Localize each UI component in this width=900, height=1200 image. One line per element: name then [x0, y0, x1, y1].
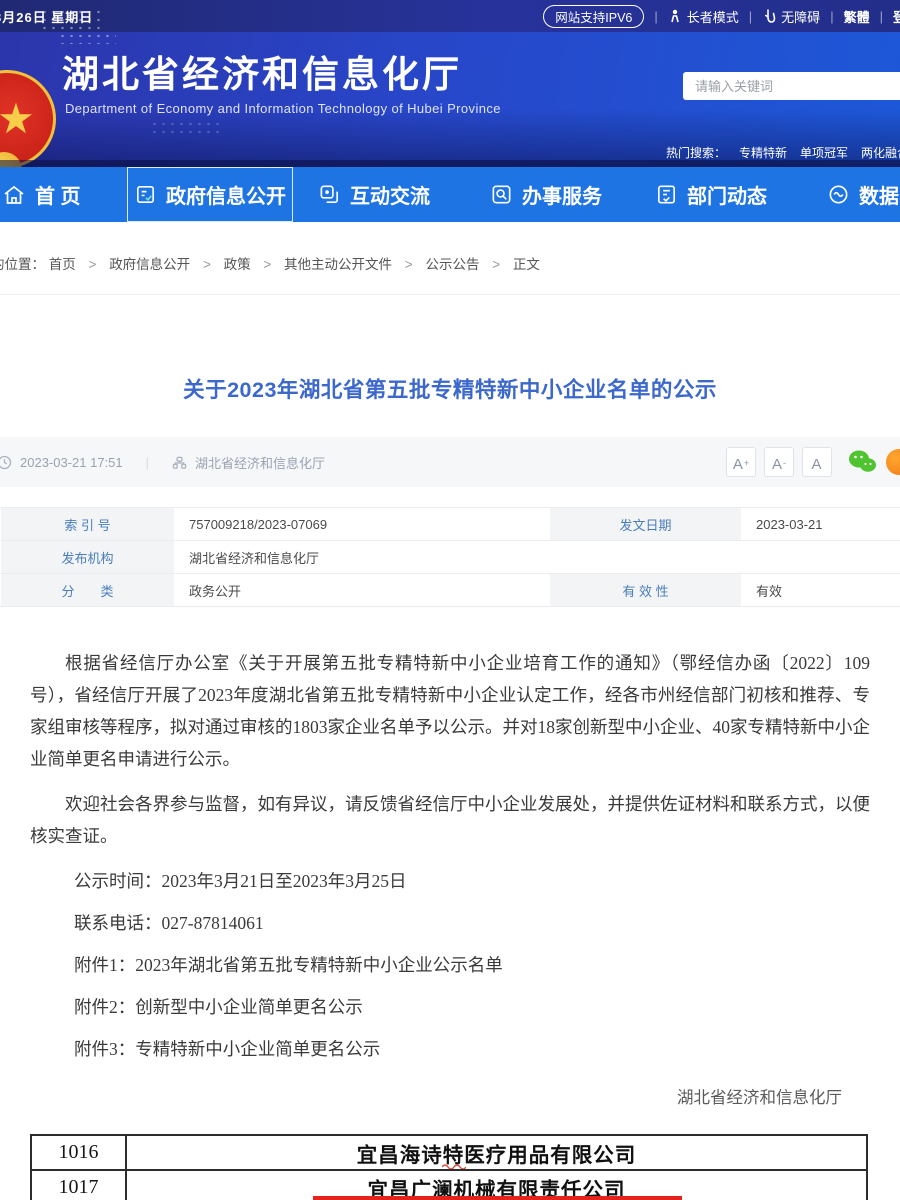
- company-list-table-wrap: 1016 宜昌海诗特医疗用品有限公司 1017 宜昌广澜机械有限责任公司 101…: [30, 1134, 868, 1200]
- breadcrumb-item[interactable]: 公示公告: [425, 257, 479, 272]
- chat-exchange-icon: [318, 183, 341, 206]
- site-subtitle-en: Department of Economy and Information Te…: [65, 101, 501, 116]
- table-row: 1017 宜昌广澜机械有限责任公司: [31, 1170, 867, 1200]
- page: 3月26日 星期日 网站支持IPV6 | 长者模式 | 无障碍 | 繁體 | 登…: [0, 0, 900, 1200]
- index-number-label: 索 引 号: [0, 508, 175, 540]
- divider: |: [654, 9, 657, 24]
- breadcrumb-separator: >: [203, 257, 211, 272]
- font-size-reset-button[interactable]: A: [802, 447, 832, 477]
- nav-item-department-news[interactable]: 部门动态: [655, 167, 767, 222]
- hot-search-item[interactable]: 两化融合: [861, 144, 900, 161]
- clock-icon: [0, 455, 12, 470]
- issue-date-label: 发文日期: [549, 508, 742, 540]
- top-utility-bar: 3月26日 星期日 网站支持IPV6 | 长者模式 | 无障碍 | 繁體 | 登: [0, 0, 900, 32]
- breadcrumb-separator: >: [492, 257, 500, 272]
- ipv6-badge: 网站支持IPV6: [543, 5, 644, 28]
- hand-pointer-icon: [762, 9, 776, 23]
- breadcrumb-item[interactable]: 首页: [49, 257, 76, 272]
- issuing-org-value: 湖北省经济和信息化厅: [175, 541, 900, 573]
- document-check-icon: [655, 183, 678, 206]
- attachment-2-link[interactable]: 附件2：创新型中小企业简单更名公示: [30, 995, 870, 1019]
- breadcrumb-separator: >: [405, 257, 413, 272]
- banner-bottom-strip: [0, 160, 900, 167]
- attachment-3-link[interactable]: 附件3：专精特新中小企业简单更名公示: [30, 1037, 870, 1061]
- site-banner: ★ 湖北省经济和信息化厅 Department of Economy and I…: [0, 32, 900, 167]
- row-number: 1016: [31, 1135, 126, 1170]
- contact-phone: 联系电话：027-87814061: [30, 911, 870, 935]
- organization-icon: [172, 455, 187, 470]
- info-row: 发布机构 湖北省经济和信息化厅: [0, 541, 900, 574]
- table-row: 1016 宜昌海诗特医疗用品有限公司: [31, 1135, 867, 1170]
- hot-search-item[interactable]: 单项冠军: [800, 144, 848, 161]
- hot-search-item[interactable]: 专精特新: [739, 144, 787, 161]
- nav-item-services[interactable]: 办事服务: [490, 167, 602, 222]
- row-number: 1017: [31, 1170, 126, 1200]
- breadcrumb-item-current: 正文: [513, 257, 540, 272]
- search-input[interactable]: [683, 72, 900, 100]
- breadcrumb-separator: >: [263, 257, 271, 272]
- breadcrumb-prefix: 的位置：: [0, 257, 45, 272]
- magnifier-icon: [490, 183, 513, 206]
- emblem-star: ★: [0, 98, 35, 140]
- breadcrumb-item[interactable]: 其他主动公开文件: [284, 257, 392, 272]
- home-icon: [2, 183, 26, 207]
- breadcrumb-item[interactable]: 政策: [224, 257, 251, 272]
- company-list-table: 1016 宜昌海诗特医疗用品有限公司 1017 宜昌广澜机械有限责任公司 101…: [30, 1134, 868, 1200]
- document-info-table: 索 引 号 757009218/2023-07069 发文日期 2023-03-…: [0, 507, 900, 607]
- font-size-increase-button[interactable]: A+: [726, 447, 756, 477]
- hot-search-label: 热门搜索：: [666, 144, 726, 161]
- issuing-org-label: 发布机构: [0, 541, 175, 573]
- hot-search-row: 热门搜索： 专精特新 单项冠军 两化融合 小巨人: [666, 144, 900, 161]
- public-notice-period: 公示时间：2023年3月21日至2023年3月25日: [30, 869, 870, 893]
- login-button[interactable]: 登: [893, 7, 900, 26]
- article-title: 关于2023年湖北省第五批专精特新中小企业名单的公示: [0, 373, 900, 404]
- elder-person-icon: [668, 9, 682, 23]
- publish-time: 2023-03-21 17:51: [20, 455, 123, 470]
- font-size-decrease-button[interactable]: A-: [764, 447, 794, 477]
- elder-mode-button[interactable]: 长者模式: [668, 7, 739, 26]
- paragraph: 欢迎社会各界参与监督，如有异议，请反馈省经信厅中小企业发展处，并提供佐证材料和联…: [30, 788, 870, 852]
- article-source: 湖北省经济和信息化厅: [195, 453, 325, 472]
- data-wave-icon: [827, 183, 850, 206]
- traditional-chinese-button[interactable]: 繁體: [844, 7, 870, 26]
- breadcrumb-item[interactable]: 政府信息公开: [109, 257, 190, 272]
- divider: |: [880, 9, 883, 24]
- validity-value: 有效: [742, 574, 900, 606]
- info-row: 分 类 政务公开 有 效 性 有效: [0, 574, 900, 607]
- attachment-1-link[interactable]: 附件1：2023年湖北省第五批专精特新中小企业公示名单: [30, 953, 870, 977]
- nav-item-gov-info-disclosure[interactable]: 政府信息公开: [127, 167, 293, 222]
- category-label: 分 类: [0, 574, 175, 606]
- nav-item-interaction[interactable]: 互动交流: [318, 167, 430, 222]
- main-nav: 首 页 政府信息公开 互动交流 办事服务 部门动态: [0, 167, 900, 222]
- paragraph: 根据省经信厅办公室《关于开展第五批专精特新中小企业培育工作的通知》（鄂经信办函〔…: [30, 647, 870, 775]
- article-meta-bar: 2023-03-21 17:51 | 湖北省经济和信息化厅 A+ A- A: [0, 437, 900, 487]
- breadcrumb: 的位置： 首页 > 政府信息公开 > 政策 > 其他主动公开文件 > 公示公告 …: [0, 222, 900, 295]
- divider: |: [749, 9, 752, 24]
- current-date: 3月26日 星期日: [0, 7, 93, 26]
- divider: |: [146, 455, 149, 470]
- nav-item-data[interactable]: 数据: [827, 167, 899, 222]
- site-title: 湖北省经济和信息化厅: [62, 44, 462, 98]
- divider: |: [830, 9, 833, 24]
- category-value: 政务公开: [175, 574, 549, 606]
- info-row: 索 引 号 757009218/2023-07069 发文日期 2023-03-…: [0, 508, 900, 541]
- company-name: 宜昌海诗特医疗用品有限公司: [126, 1135, 867, 1170]
- breadcrumb-separator: >: [89, 257, 97, 272]
- nav-item-home[interactable]: 首 页: [2, 167, 81, 222]
- issue-date-value: 2023-03-21: [742, 508, 900, 540]
- company-name: 宜昌广澜机械有限责任公司: [126, 1170, 867, 1200]
- article-body: 根据省经信厅办公室《关于开展第五批专精特新中小企业培育工作的通知》（鄂经信办函〔…: [0, 647, 900, 1108]
- weibo-share-icon[interactable]: [886, 449, 900, 475]
- document-icon: [134, 183, 157, 206]
- dots-decoration: [58, 32, 116, 44]
- issuing-authority-signature: 湖北省经济和信息化厅: [30, 1084, 870, 1108]
- index-number-value: 757009218/2023-07069: [175, 508, 549, 540]
- validity-label: 有 效 性: [549, 574, 742, 606]
- wechat-share-icon[interactable]: [848, 449, 878, 475]
- accessibility-button[interactable]: 无障碍: [762, 7, 820, 26]
